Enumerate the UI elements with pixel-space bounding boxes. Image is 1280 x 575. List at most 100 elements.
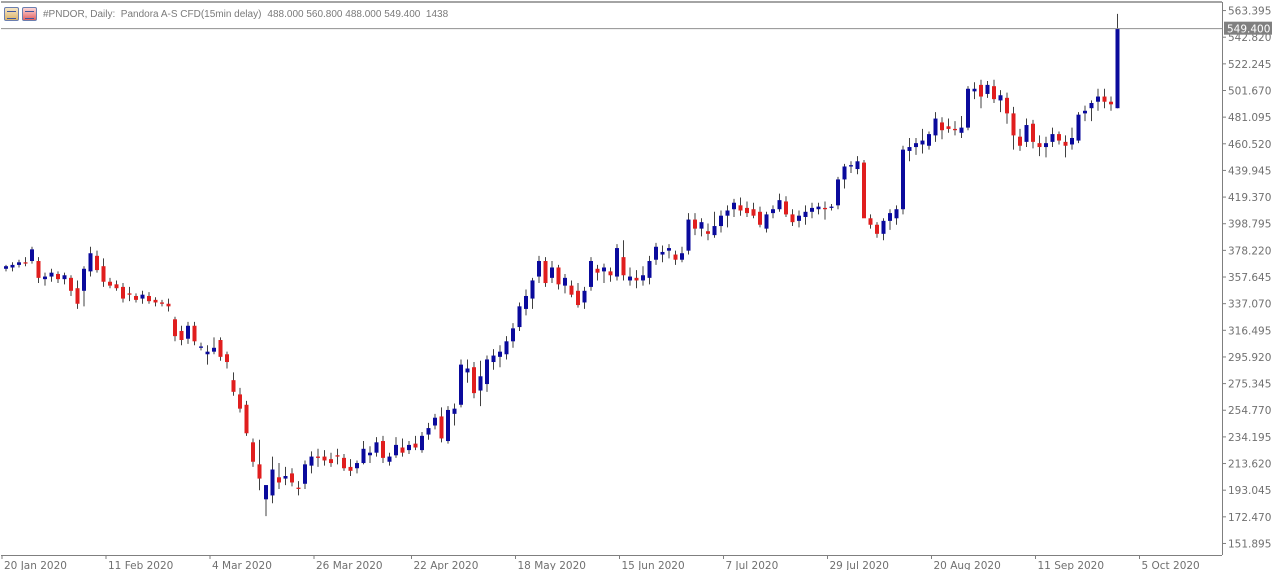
candle-body (4, 266, 8, 269)
candle-body (205, 351, 210, 355)
candle-body (1070, 137, 1074, 145)
candle-body (1076, 114, 1081, 141)
candle-body (1050, 134, 1055, 142)
candle-body (738, 205, 743, 211)
candle-body (1031, 123, 1035, 142)
candle-body (706, 231, 710, 234)
candle-body (251, 442, 255, 462)
x-tick-label: 11 Sep 2020 (1038, 560, 1105, 570)
candle-body (134, 295, 138, 300)
y-tick-label: 439.945 (1228, 165, 1271, 177)
candle-body (199, 346, 203, 348)
candle-body (699, 222, 704, 229)
candle-body (465, 368, 470, 373)
candle-body (75, 288, 80, 304)
candle-body (790, 214, 795, 223)
candle-body (348, 466, 353, 471)
candle-body (855, 161, 860, 170)
candle-body (381, 441, 385, 458)
candle-body (511, 328, 515, 342)
candle-body (862, 162, 866, 219)
chart-header: #PNDOR, Daily: Pandora A-S CFD(15min del… (4, 5, 448, 23)
y-tick-label: 481.095 (1228, 112, 1271, 124)
candle-body (1037, 143, 1042, 148)
candle-body (888, 213, 892, 221)
candle-body (1011, 113, 1016, 136)
candle (862, 160, 866, 219)
x-tick-label: 20 Jan 2020 (4, 560, 67, 570)
candle-body (875, 224, 879, 234)
candle-body (140, 294, 145, 299)
candle-body (641, 275, 645, 281)
candle-body (959, 127, 964, 133)
candle-body (257, 464, 262, 479)
last-price-label: 549.400 (1227, 24, 1270, 36)
y-tick-label: 460.520 (1228, 139, 1271, 151)
candle-body (647, 261, 652, 278)
candle-body (751, 209, 756, 216)
candle-body (361, 448, 366, 464)
candle-body (504, 341, 509, 355)
candle-body (628, 276, 632, 281)
y-tick-label: 193.045 (1228, 485, 1271, 497)
symbol-icon[interactable] (22, 7, 37, 21)
candle-body (355, 463, 359, 469)
candle-body (1057, 134, 1061, 141)
candle-body (303, 464, 307, 484)
price-chart[interactable]: 563.395542.820522.245501.670481.095460.5… (0, 0, 1280, 572)
candle-body (23, 262, 28, 264)
x-tick-label: 5 Oct 2020 (1142, 560, 1200, 570)
candle-body (1005, 97, 1009, 114)
candle-body (459, 364, 463, 405)
chart-properties-icon[interactable] (4, 7, 19, 21)
candle-body (602, 267, 606, 272)
x-tick-label: 26 Mar 2020 (316, 560, 383, 570)
candle-body (179, 330, 184, 341)
y-tick-label: 151.895 (1228, 538, 1271, 550)
candle-body (621, 257, 626, 276)
candle-body (95, 255, 99, 271)
candle-body (1024, 125, 1029, 142)
candle-body (316, 456, 320, 458)
candle-body (803, 211, 808, 217)
candle-body (771, 209, 775, 214)
y-tick-label: 234.195 (1228, 432, 1271, 444)
candle-body (407, 444, 411, 451)
candle-body (764, 214, 769, 229)
candle-body (30, 249, 34, 262)
candle-body (56, 273, 60, 280)
candle-body (823, 207, 827, 210)
candle-body (576, 290, 580, 306)
candle-body (309, 456, 314, 466)
candle-body (1063, 141, 1068, 146)
y-tick-label: 419.370 (1228, 192, 1271, 204)
candle-body (901, 149, 905, 210)
candle (472, 362, 476, 399)
candle (615, 244, 619, 281)
y-tick-label: 254.770 (1228, 405, 1271, 417)
candle-body (485, 359, 489, 385)
candle-body (108, 281, 112, 286)
candle (517, 302, 522, 331)
candle-body (43, 276, 47, 280)
candle-body (166, 303, 171, 307)
candle-body (1109, 101, 1113, 105)
candle-body (322, 456, 327, 461)
candle-body (907, 147, 912, 151)
candle-body (121, 286, 125, 299)
candle (966, 86, 970, 131)
candle-body (693, 219, 697, 229)
candle-body (368, 452, 372, 456)
candle-body (264, 485, 268, 500)
candle-body (147, 295, 151, 302)
candle-body (940, 122, 944, 131)
candle-body (719, 215, 723, 227)
candle-body (478, 376, 483, 391)
chart-window[interactable]: 563.395 542.820 522.245 501.670 481.095 460.5… (0, 0, 1280, 572)
y-tick-label: 172.470 (1228, 512, 1271, 524)
candle-body (894, 209, 899, 219)
y-tick-label: 398.795 (1228, 219, 1271, 231)
x-tick-label: 18 May 2020 (518, 560, 586, 570)
candle-body (1083, 110, 1087, 114)
candle-body (797, 215, 801, 221)
